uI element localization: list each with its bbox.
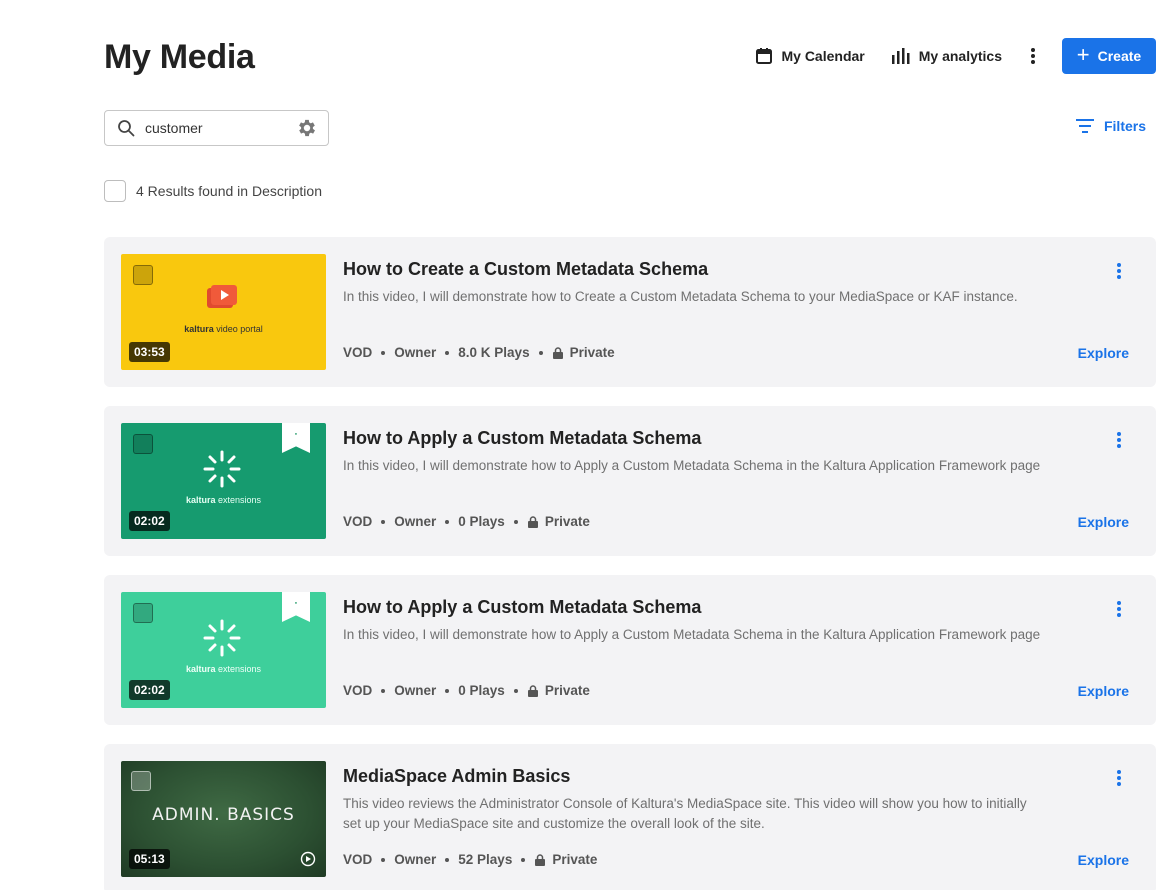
entry-menu-icon[interactable] (1114, 768, 1124, 788)
media-description: In this video, I will demonstrate how to… (343, 458, 1041, 473)
create-button[interactable]: + Create (1062, 38, 1156, 74)
media-meta: VOD Owner 52 Plays Private (343, 852, 597, 867)
media-title[interactable]: How to Apply a Custom Metadata Schema (343, 428, 701, 449)
media-role: Owner (394, 345, 437, 360)
media-plays: 0 Plays (458, 683, 505, 698)
play-logo-icon (300, 851, 316, 867)
media-type: VOD (343, 345, 373, 360)
filter-icon (1075, 119, 1094, 133)
media-title[interactable]: How to Create a Custom Metadata Schema (343, 259, 708, 280)
entry-menu-icon[interactable] (1114, 430, 1124, 450)
media-description: This video reviews the Administrator Con… (343, 796, 1027, 831)
media-card: ● kaltura extensions 02:02 How to Apply … (104, 575, 1156, 725)
media-card: ADMIN. BASICS 05:13 MediaSpace Admin Bas… (104, 744, 1156, 890)
search-input[interactable] (145, 120, 275, 136)
media-plays: 52 Plays (458, 852, 513, 867)
bookmark-badge: ● (282, 592, 310, 622)
media-plays: 0 Plays (458, 514, 505, 529)
media-type: VOD (343, 514, 373, 529)
lock-icon (552, 346, 563, 359)
media-role: Owner (394, 514, 437, 529)
media-privacy: Private (544, 514, 590, 529)
search-box (104, 110, 329, 146)
media-meta: VOD Owner 0 Plays Private (343, 683, 590, 698)
media-meta: VOD Owner 8.0 K Plays Private (343, 345, 615, 360)
page-title: My Media (104, 38, 255, 76)
media-type: VOD (343, 683, 373, 698)
explore-link[interactable]: Explore (1078, 683, 1129, 699)
media-title[interactable]: MediaSpace Admin Basics (343, 766, 570, 787)
filters-button[interactable]: Filters (1075, 118, 1146, 134)
lock-icon (535, 853, 546, 866)
analytics-icon (891, 48, 910, 64)
lock-icon (527, 515, 538, 528)
explore-link[interactable]: Explore (1078, 345, 1129, 361)
media-title[interactable]: How to Apply a Custom Metadata Schema (343, 597, 701, 618)
loading-spinner-icon (203, 450, 241, 488)
media-role: Owner (394, 683, 437, 698)
entry-menu-icon[interactable] (1114, 599, 1124, 619)
duration-badge: 03:53 (129, 342, 170, 362)
my-calendar-label: My Calendar (781, 48, 865, 64)
select-all-checkbox[interactable] (104, 180, 126, 202)
media-privacy: Private (569, 345, 615, 360)
my-analytics-link[interactable]: My analytics (891, 47, 1002, 65)
calendar-icon (756, 48, 773, 64)
select-checkbox[interactable] (133, 434, 153, 454)
results-text: 4 Results found in Description (136, 183, 322, 199)
duration-badge: 02:02 (129, 511, 170, 531)
search-icon (118, 120, 135, 137)
media-privacy: Private (552, 852, 598, 867)
plus-icon: + (1076, 42, 1090, 67)
more-options-icon[interactable] (1028, 46, 1038, 66)
chalkboard-text: ADMIN. BASICS (152, 805, 295, 825)
explore-link[interactable]: Explore (1078, 514, 1129, 530)
media-card: kaltura video portal 03:53 How to Create… (104, 237, 1156, 387)
lock-icon (527, 684, 538, 697)
create-label: Create (1097, 48, 1142, 64)
duration-badge: 05:13 (129, 849, 170, 869)
filters-label: Filters (1103, 118, 1146, 134)
loading-spinner-icon (203, 619, 241, 657)
media-description: In this video, I will demonstrate how to… (343, 289, 1018, 304)
media-thumbnail[interactable]: kaltura video portal 03:53 (121, 254, 326, 370)
my-analytics-label: My analytics (918, 48, 1002, 64)
media-thumbnail[interactable]: ● kaltura extensions 02:02 (121, 592, 326, 708)
media-role: Owner (394, 852, 437, 867)
media-thumbnail[interactable]: ADMIN. BASICS 05:13 (121, 761, 326, 877)
select-checkbox[interactable] (133, 265, 153, 285)
video-portal-logo-icon (207, 285, 237, 308)
media-meta: VOD Owner 0 Plays Private (343, 514, 590, 529)
my-calendar-link[interactable]: My Calendar (755, 47, 865, 65)
header-actions: My Calendar My analytics + Create (755, 38, 1156, 74)
entry-menu-icon[interactable] (1114, 261, 1124, 281)
thumbnail-brand: kaltura video portal (184, 324, 263, 334)
media-type: VOD (343, 852, 373, 867)
gear-icon[interactable] (296, 117, 318, 139)
select-checkbox[interactable] (133, 603, 153, 623)
media-privacy: Private (544, 683, 590, 698)
thumbnail-brand: kaltura extensions (185, 495, 262, 505)
select-checkbox[interactable] (131, 771, 151, 791)
media-thumbnail[interactable]: ● kaltura extensions 02:02 (121, 423, 326, 539)
thumbnail-brand: kaltura extensions (185, 664, 262, 674)
media-plays: 8.0 K Plays (458, 345, 530, 360)
bookmark-badge: ● (282, 423, 310, 453)
media-card: ● kaltura extensions 02:02 How to Apply … (104, 406, 1156, 556)
duration-badge: 02:02 (129, 680, 170, 700)
results-row: 4 Results found in Description (104, 180, 322, 202)
explore-link[interactable]: Explore (1078, 852, 1129, 868)
media-description: In this video, I will demonstrate how to… (343, 627, 1041, 642)
